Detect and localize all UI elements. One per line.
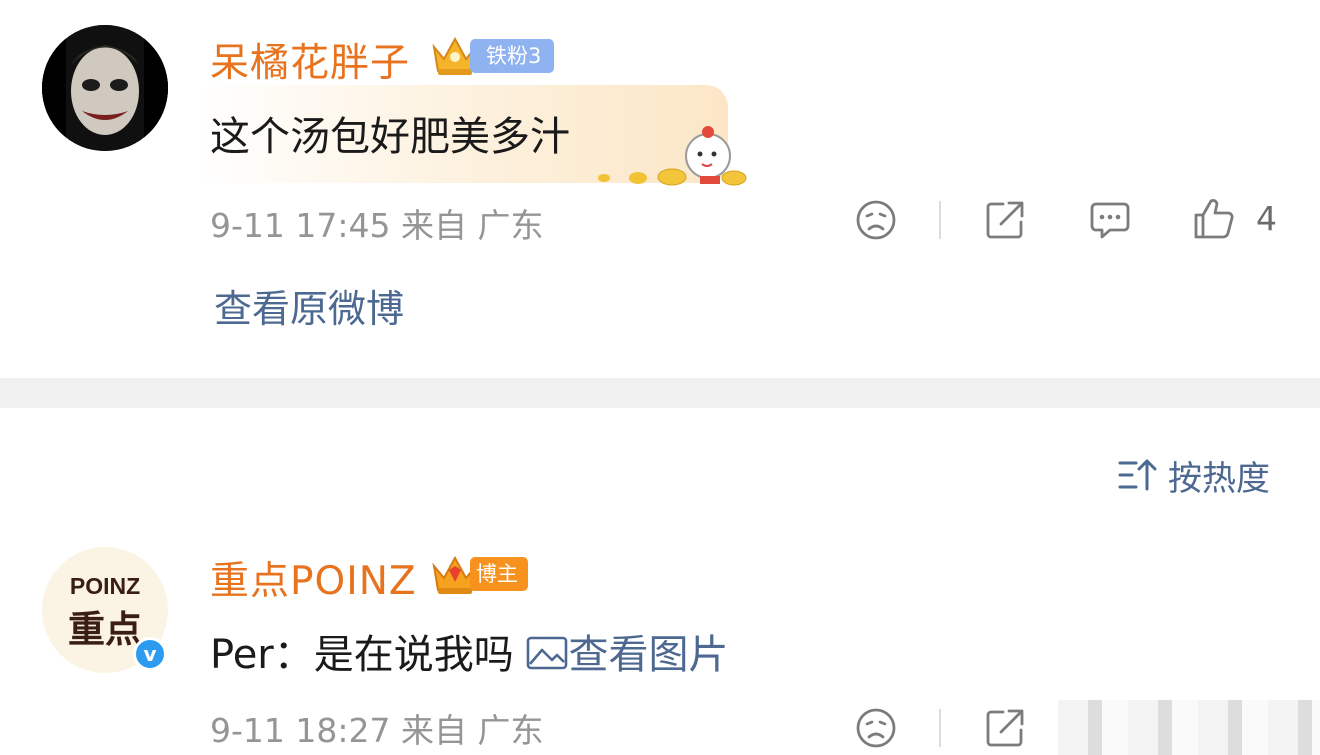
comment-text: 这个汤包好肥美多汁 bbox=[210, 114, 570, 160]
obscured-actions bbox=[1058, 700, 1320, 755]
face-icon[interactable] bbox=[854, 706, 898, 750]
comment-item: 呆橘花胖子 铁粉3 这个汤包好肥美多汁 9-11 17:45 来自 广东 4 查… bbox=[0, 0, 1320, 378]
verified-badge-icon: v bbox=[133, 637, 167, 671]
view-original-post-link[interactable]: 查看原微博 bbox=[214, 278, 404, 333]
face-icon[interactable] bbox=[854, 198, 898, 242]
username[interactable]: 呆橘花胖子 bbox=[210, 32, 410, 88]
fan-badge[interactable]: 铁粉3 bbox=[470, 39, 554, 73]
mascot-sticker-icon bbox=[598, 126, 747, 186]
avatar[interactable] bbox=[42, 25, 168, 151]
share-icon[interactable] bbox=[983, 706, 1027, 750]
like-icon[interactable] bbox=[1192, 197, 1236, 241]
joker-avatar-image bbox=[42, 25, 168, 151]
comment-meta: 9-11 18:27 来自 广东 bbox=[210, 711, 544, 750]
action-divider bbox=[939, 201, 941, 239]
like-count: 4 bbox=[1256, 199, 1277, 238]
share-icon[interactable] bbox=[983, 198, 1027, 242]
comment-feed: 呆橘花胖子 铁粉3 这个汤包好肥美多汁 9-11 17:45 来自 广东 4 查… bbox=[0, 0, 1320, 755]
comment-icon[interactable] bbox=[1088, 198, 1132, 242]
action-divider bbox=[939, 709, 941, 747]
sort-label: 按热度 bbox=[1168, 458, 1270, 499]
sort-by-hot-button[interactable]: 按热度 bbox=[1118, 452, 1270, 499]
avatar-brand-text: POINZ bbox=[69, 573, 141, 599]
section-separator bbox=[0, 378, 1320, 408]
comment-meta: 9-11 17:45 来自 广东 bbox=[210, 206, 544, 245]
sort-icon bbox=[1118, 459, 1157, 491]
